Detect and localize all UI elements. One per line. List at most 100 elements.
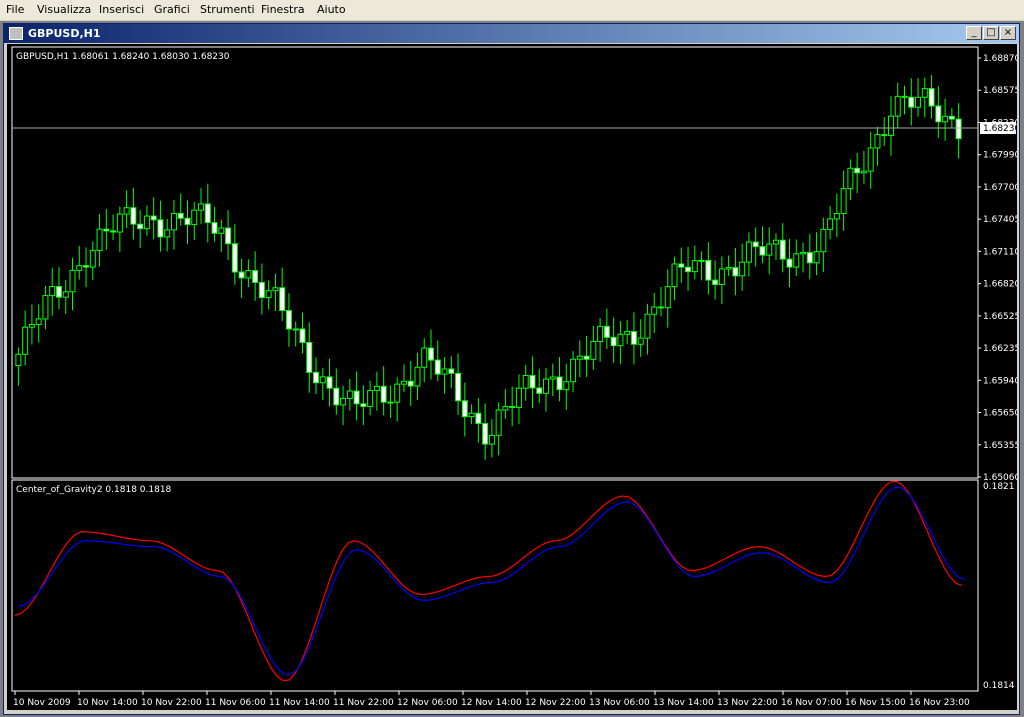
time-label: 10 Nov 2009 bbox=[13, 698, 71, 708]
time-label: 16 Nov 07:00 bbox=[781, 698, 842, 708]
candle-body bbox=[570, 358, 577, 383]
candle-body bbox=[421, 347, 428, 368]
candle-body bbox=[265, 290, 272, 299]
candle-body bbox=[644, 313, 651, 339]
candle-body bbox=[400, 380, 407, 385]
chart-svg[interactable]: GBPUSD,H1 1.68061 1.68240 1.68030 1.6823… bbox=[7, 44, 1020, 710]
candle-body bbox=[583, 355, 590, 360]
candle-body bbox=[130, 207, 137, 225]
current-price-label: 1.68230 bbox=[983, 124, 1017, 134]
candle-body bbox=[597, 325, 604, 342]
candle-body bbox=[225, 227, 232, 245]
candle-body bbox=[752, 241, 759, 248]
candle-body bbox=[299, 328, 306, 343]
indicator-top-label: 0.1821 bbox=[983, 482, 1015, 492]
candle-body bbox=[279, 287, 286, 311]
candle-body bbox=[542, 378, 549, 394]
menu-finestra[interactable]: Finestra bbox=[261, 3, 305, 16]
candle-body bbox=[847, 167, 854, 190]
candle-body bbox=[62, 291, 69, 298]
price-label: 1.65355 bbox=[983, 441, 1017, 451]
candle-body bbox=[143, 215, 150, 230]
candle-body bbox=[854, 167, 861, 174]
maximize-button[interactable]: □ bbox=[983, 26, 999, 40]
minimize-button[interactable]: _ bbox=[966, 26, 982, 40]
candle-body bbox=[698, 259, 705, 262]
candle-body bbox=[685, 266, 692, 273]
candle-body bbox=[116, 213, 123, 233]
chart-info-text: GBPUSD,H1 1.68061 1.68240 1.68030 1.6823… bbox=[16, 52, 230, 62]
candle-body bbox=[921, 88, 928, 98]
candle-body bbox=[55, 285, 62, 298]
menu-file[interactable]: File bbox=[6, 3, 24, 16]
candle-body bbox=[664, 286, 671, 309]
menu-visualizza[interactable]: Visualizza bbox=[37, 3, 91, 16]
time-label: 11 Nov 06:00 bbox=[205, 698, 266, 708]
candle-body bbox=[373, 385, 380, 391]
time-label: 10 Nov 22:00 bbox=[141, 698, 202, 708]
price-label: 1.66820 bbox=[983, 280, 1017, 290]
time-label: 12 Nov 22:00 bbox=[525, 698, 586, 708]
candle-body bbox=[231, 243, 238, 273]
candle-body bbox=[549, 376, 556, 380]
price-label: 1.68870 bbox=[983, 54, 1017, 64]
candle-body bbox=[191, 209, 198, 226]
candle-body bbox=[448, 368, 455, 374]
candle-body bbox=[15, 353, 22, 367]
menu-aiuto[interactable]: Aiuto bbox=[317, 3, 346, 16]
candle-body bbox=[766, 243, 773, 256]
menu-strumenti[interactable]: Strumenti bbox=[200, 3, 255, 16]
candle-body bbox=[725, 267, 732, 270]
time-label: 13 Nov 14:00 bbox=[653, 698, 714, 708]
candle-body bbox=[306, 341, 313, 373]
candle-body bbox=[89, 250, 96, 268]
chart-area[interactable]: GBPUSD,H1 1.68061 1.68240 1.68030 1.6823… bbox=[7, 44, 1020, 710]
candle-body bbox=[576, 355, 583, 360]
candle-body bbox=[522, 375, 529, 389]
candle-body bbox=[428, 347, 435, 361]
candle-body bbox=[177, 212, 184, 219]
chart-window[interactable]: GBPUSD,H1 _ □ × GBPUSD,H1 1.68061 1.6824… bbox=[3, 23, 1020, 715]
candle-body bbox=[793, 253, 800, 268]
indicator-bottom-label: 0.1814 bbox=[983, 681, 1015, 691]
candle-body bbox=[840, 188, 847, 215]
candle-body bbox=[536, 387, 543, 394]
window-titlebar[interactable]: GBPUSD,H1 _ □ × bbox=[4, 24, 1019, 43]
price-axis: 1.68870 1.68575 1.68230 1.67990 1.67700 1.674… bbox=[978, 54, 1020, 483]
candle-body bbox=[198, 203, 205, 211]
candle-body bbox=[651, 306, 658, 315]
candle-body bbox=[367, 389, 374, 407]
candle-body bbox=[28, 324, 35, 328]
indicator-lines-group bbox=[14, 480, 966, 682]
candle-body bbox=[346, 390, 353, 399]
indicator-info-text: Center_of_Gravity2 0.1818 0.1818 bbox=[16, 485, 172, 495]
candle-body bbox=[806, 251, 813, 264]
candle-body bbox=[887, 115, 894, 136]
candle-body bbox=[455, 372, 462, 402]
candle-body bbox=[630, 331, 637, 345]
candle-body bbox=[603, 325, 610, 338]
candle-body bbox=[103, 228, 110, 232]
candle-body bbox=[657, 306, 664, 309]
candle-body bbox=[908, 96, 915, 108]
price-label: 1.66525 bbox=[983, 312, 1017, 322]
candle-body bbox=[252, 270, 259, 283]
candle-body bbox=[285, 309, 292, 330]
candle-body bbox=[915, 96, 922, 108]
candle-body bbox=[218, 227, 225, 234]
candle-body bbox=[827, 218, 834, 230]
candle-body bbox=[610, 336, 617, 347]
candle-body bbox=[529, 375, 536, 389]
menu-inserisci[interactable]: Inserisci bbox=[99, 3, 144, 16]
price-label: 1.67990 bbox=[983, 151, 1017, 161]
close-button[interactable]: × bbox=[1000, 26, 1016, 40]
candle-body bbox=[732, 267, 739, 277]
window-title: GBPUSD,H1 bbox=[28, 27, 101, 40]
candle-body bbox=[157, 219, 164, 238]
menu-grafici[interactable]: Grafici bbox=[154, 3, 190, 16]
candles-group bbox=[15, 75, 962, 460]
candle-body bbox=[313, 371, 320, 384]
candle-body bbox=[617, 333, 624, 347]
candle-body bbox=[475, 412, 482, 425]
candle-body bbox=[414, 366, 421, 387]
